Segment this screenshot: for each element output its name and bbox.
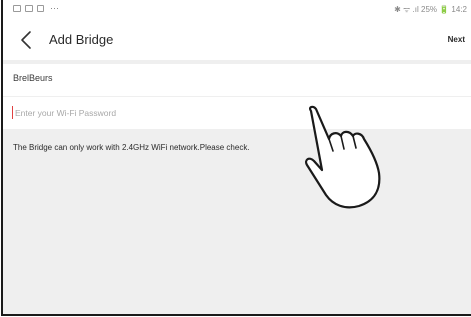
wifi-ssid-row[interactable]: BrelBeurs: [3, 64, 471, 96]
page-title: Add Bridge: [49, 32, 114, 47]
status-left-icons: ···: [13, 3, 59, 13]
tap-hand-icon: [305, 105, 381, 209]
gallery-icon: [25, 5, 33, 12]
status-bar: ··· ✱ ᯤ .ıl 25% 🔋 14:2: [3, 0, 471, 20]
wifi-ssid: BrelBeurs: [13, 73, 53, 83]
title-bar: Add Bridge Next: [3, 20, 471, 60]
app-screen: ··· ✱ ᯤ .ıl 25% 🔋 14:2 Add Bridge Next B…: [1, 0, 471, 316]
wifi-password-input[interactable]: [15, 104, 315, 122]
back-arrow-icon[interactable]: [17, 29, 37, 51]
more-notifications-icon: ···: [50, 3, 59, 13]
status-right: ✱ ᯤ .ıl 25% 🔋 14:2: [394, 5, 467, 14]
image-icon: [13, 5, 21, 12]
square-icon: [37, 5, 44, 12]
wifi-band-note: The Bridge can only work with 2.4GHz WiF…: [13, 143, 250, 152]
text-cursor: [12, 106, 13, 119]
next-button[interactable]: Next: [448, 35, 465, 44]
status-indicators: ✱ ᯤ .ıl 25% 🔋 14:2: [394, 5, 467, 14]
